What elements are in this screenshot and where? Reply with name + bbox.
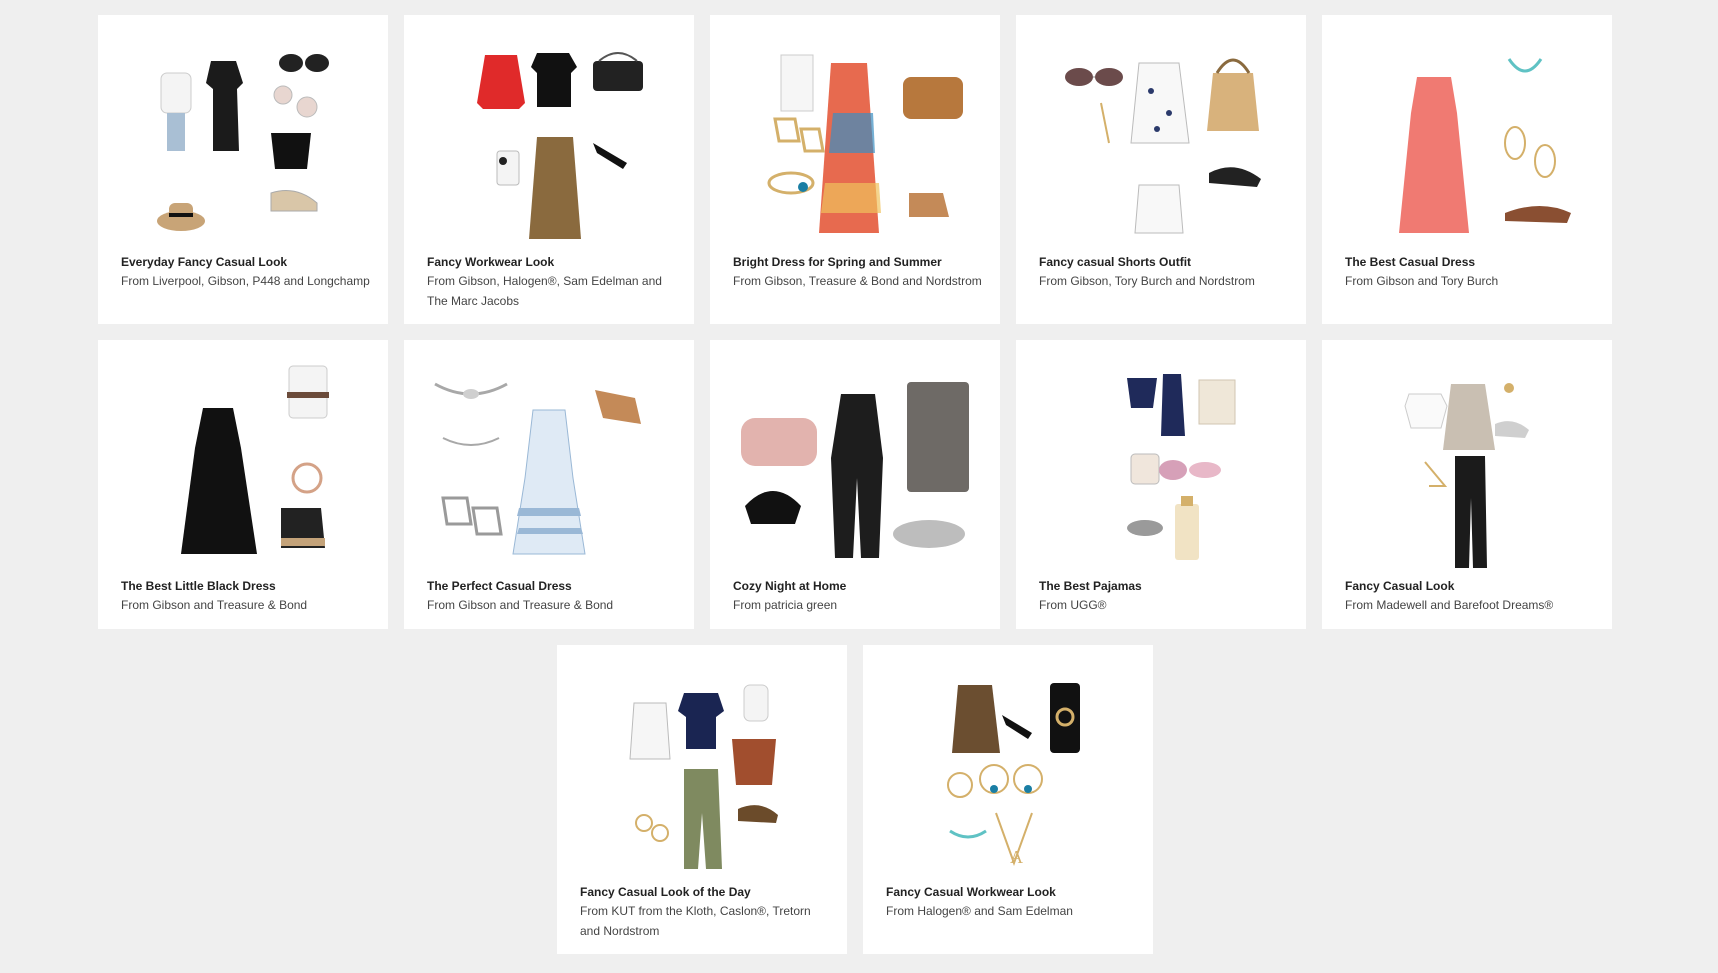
outfit-collage-icon xyxy=(427,358,671,578)
look-title: Fancy Workwear Look xyxy=(427,255,555,269)
look-title: Fancy Casual Workwear Look xyxy=(886,885,1056,899)
looks-row-2: The Best Little Black Dress From Gibson … xyxy=(98,340,1612,629)
svg-text:A: A xyxy=(1010,847,1023,867)
look-brands: From Gibson and Treasure & Bond xyxy=(427,598,614,612)
look-brands: From Gibson and Tory Burch xyxy=(1345,274,1499,288)
look-title: Bright Dress for Spring and Summer xyxy=(733,255,942,269)
outfit-collage-icon xyxy=(1039,358,1283,578)
look-title: Fancy Casual Look of the Day xyxy=(580,885,751,899)
look-title: Everyday Fancy Casual Look xyxy=(121,255,288,269)
look-card-bright-dress[interactable]: Bright Dress for Spring and Summer From … xyxy=(710,15,1000,324)
look-brands: From patricia green xyxy=(733,598,838,612)
look-brands: From Halogen® and Sam Edelman xyxy=(886,904,1073,918)
look-title: The Perfect Casual Dress xyxy=(427,579,572,593)
look-title: The Best Casual Dress xyxy=(1345,255,1476,269)
looks-row-1: Everyday Fancy Casual Look From Liverpoo… xyxy=(98,15,1612,324)
look-card-fancy-casual-look-of-the-day[interactable]: Fancy Casual Look of the Day From KUT fr… xyxy=(557,645,847,954)
look-title: Cozy Night at Home xyxy=(733,579,847,593)
look-card-perfect-casual-dress[interactable]: The Perfect Casual Dress From Gibson and… xyxy=(404,340,694,629)
outfit-collage-icon xyxy=(1345,33,1589,253)
looks-row-3: Fancy Casual Look of the Day From KUT fr… xyxy=(557,645,1153,954)
outfit-collage-icon xyxy=(1039,33,1283,253)
look-card-best-pajamas[interactable]: The Best Pajamas From UGG® xyxy=(1016,340,1306,629)
look-card-fancy-casual[interactable]: Fancy Casual Look From Madewell and Bare… xyxy=(1322,340,1612,629)
look-title: Fancy casual Shorts Outfit xyxy=(1039,255,1192,269)
look-card-everyday-fancy-casual[interactable]: Everyday Fancy Casual Look From Liverpoo… xyxy=(98,15,388,324)
looks-grid-page: Everyday Fancy Casual Look From Liverpoo… xyxy=(0,0,1718,973)
look-brands: From Gibson, Tory Burch and Nordstrom xyxy=(1039,274,1255,288)
look-brands: From UGG® xyxy=(1039,598,1107,612)
outfit-collage-icon: A xyxy=(886,663,1130,883)
outfit-collage-icon xyxy=(733,358,977,578)
look-brands: From Liverpool, Gibson, P448 and Longcha… xyxy=(121,274,370,288)
look-card-best-little-black-dress[interactable]: The Best Little Black Dress From Gibson … xyxy=(98,340,388,629)
look-card-best-casual-dress[interactable]: The Best Casual Dress From Gibson and To… xyxy=(1322,15,1612,324)
outfit-collage-icon xyxy=(427,33,671,253)
look-brands: From Gibson, Halogen®, Sam Edelman and T… xyxy=(427,274,662,308)
look-brands: From KUT from the Kloth, Caslon®, Tretor… xyxy=(580,904,811,938)
look-title: Fancy Casual Look xyxy=(1345,579,1455,593)
outfit-collage-icon xyxy=(733,33,977,253)
outfit-collage-icon xyxy=(121,358,365,578)
look-brands: From Gibson and Treasure & Bond xyxy=(121,598,308,612)
look-brands: From Madewell and Barefoot Dreams® xyxy=(1345,598,1554,612)
outfit-collage-icon xyxy=(580,663,824,883)
outfit-collage-icon xyxy=(1345,358,1589,578)
look-title: The Best Little Black Dress xyxy=(121,579,276,593)
look-card-fancy-casual-workwear[interactable]: A Fancy Casual Workwear Look From Haloge… xyxy=(863,645,1153,954)
outfit-collage-icon xyxy=(121,33,365,253)
look-card-fancy-workwear[interactable]: Fancy Workwear Look From Gibson, Halogen… xyxy=(404,15,694,324)
look-brands: From Gibson, Treasure & Bond and Nordstr… xyxy=(733,274,982,288)
look-card-fancy-casual-shorts[interactable]: Fancy casual Shorts Outfit From Gibson, … xyxy=(1016,15,1306,324)
look-card-cozy-night[interactable]: Cozy Night at Home From patricia green xyxy=(710,340,1000,629)
look-title: The Best Pajamas xyxy=(1039,579,1142,593)
